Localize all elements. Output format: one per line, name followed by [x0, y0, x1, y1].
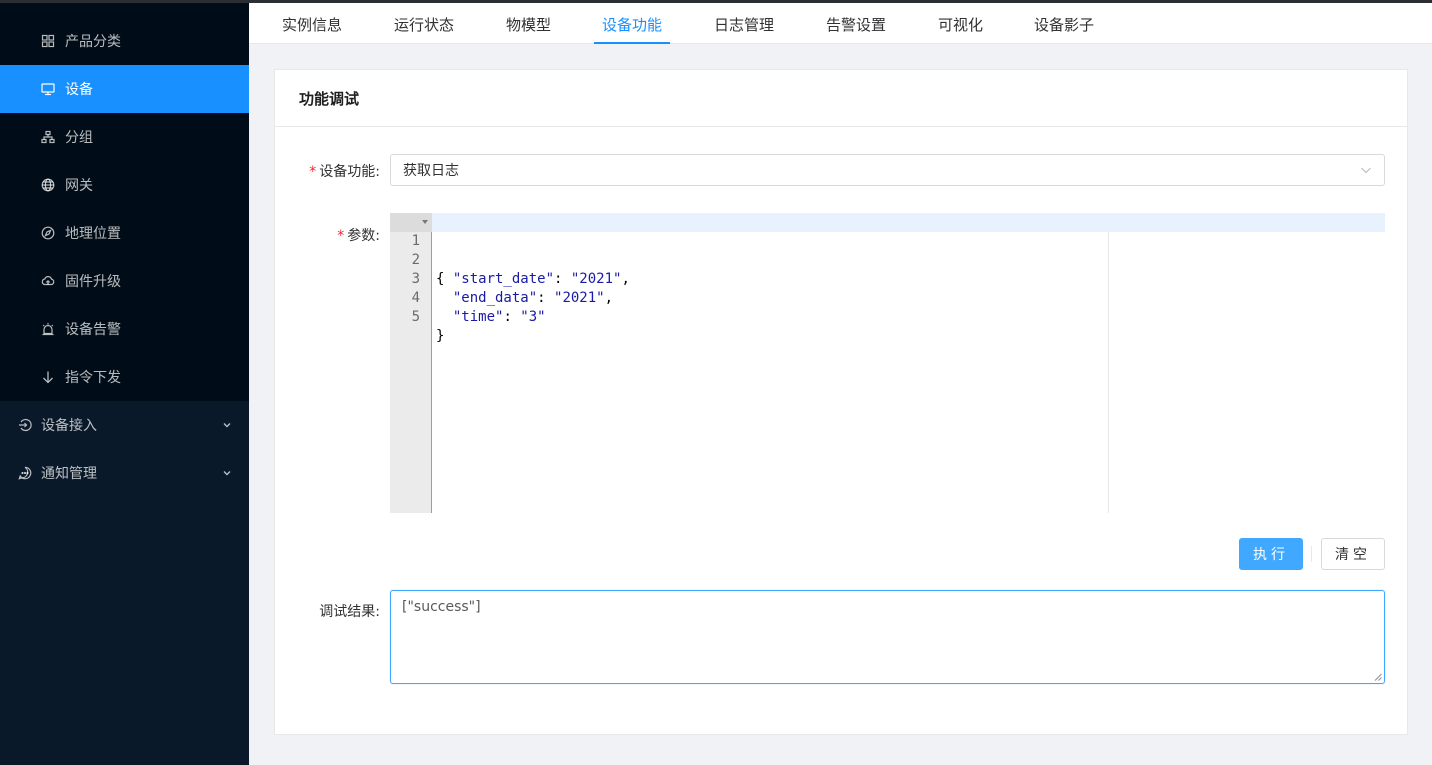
sidebar-item-label: 设备告警	[65, 322, 121, 338]
required-mark: *	[309, 164, 317, 180]
params-label: * 参数:	[337, 228, 380, 244]
tab-log-management[interactable]: 日志管理	[714, 0, 774, 44]
debug-result-textarea[interactable]: ["success"]	[390, 590, 1385, 684]
sidebar-item-label: 网关	[65, 178, 93, 194]
code-line: 2 "start_date": "2021",	[411, 252, 630, 287]
login-icon	[17, 417, 33, 433]
chevron-down-icon	[1360, 164, 1372, 180]
execute-button[interactable]: 执行	[1239, 538, 1303, 570]
chevron-down-icon	[222, 468, 232, 478]
sidebar-item-label: 设备	[65, 82, 93, 98]
sidebar-item-label: 产品分类	[65, 34, 121, 50]
tab-bar: 实例信息 运行状态 物模型 设备功能 日志管理 告警设置 可视化 设备影子	[249, 0, 1432, 44]
message-icon	[17, 465, 33, 481]
button-divider	[1311, 546, 1312, 562]
tab-running-status[interactable]: 运行状态	[394, 0, 454, 44]
resize-handle-icon[interactable]	[1374, 673, 1382, 681]
grid-icon	[40, 33, 56, 49]
cluster-icon	[40, 129, 56, 145]
sidebar-item-label: 指令下发	[65, 370, 121, 386]
tab-device-shadow[interactable]: 设备影子	[1034, 0, 1094, 44]
tab-thing-model[interactable]: 物模型	[506, 0, 551, 44]
sidebar-item-firmware[interactable]: 固件升级	[0, 257, 249, 305]
globe-icon	[40, 177, 56, 193]
sidebar-group-device-access[interactable]: 设备接入	[0, 401, 249, 449]
card-title: 功能调试	[275, 70, 1407, 127]
sidebar-item-location[interactable]: 地理位置	[0, 209, 249, 257]
code-line: 1 {	[390, 213, 1385, 287]
sidebar-item-label: 分组	[65, 130, 93, 146]
alarm-icon	[40, 321, 56, 337]
cloud-upload-icon	[40, 273, 56, 289]
device-sub-menu: 产品分类 设备 分组 网关 地理位置 固件升级 设备告警 指令下发	[0, 0, 249, 401]
sidebar-item-label: 地理位置	[65, 226, 121, 242]
chevron-down-icon	[222, 420, 232, 430]
tab-alarm-settings[interactable]: 告警设置	[826, 0, 886, 44]
result-value: ["success"]	[402, 599, 481, 615]
select-value: 获取日志	[403, 163, 459, 179]
sidebar: 产品分类 设备 分组 网关 地理位置 固件升级 设备告警 指令下发 设备接入 通…	[0, 0, 249, 765]
sidebar-item-device-alarm[interactable]: 设备告警	[0, 305, 249, 353]
sidebar-item-group[interactable]: 分组	[0, 113, 249, 161]
sidebar-item-device[interactable]: 设备	[0, 65, 249, 113]
params-code-editor[interactable]: 1 { 2 "start_date": "2021", 3 "end_data"…	[390, 213, 1385, 513]
code-line: 5 }	[411, 309, 445, 344]
compass-icon	[40, 225, 56, 241]
sidebar-item-gateway[interactable]: 网关	[0, 161, 249, 209]
function-debug-card: 功能调试 * 设备功能: 获取日志 * 参数: 1 { 2 "start_date"…	[274, 69, 1408, 735]
tab-device-function[interactable]: 设备功能	[593, 0, 671, 44]
sidebar-item-command[interactable]: 指令下发	[0, 353, 249, 401]
clear-button[interactable]: 清空	[1321, 538, 1385, 570]
window-top-border	[0, 0, 1432, 3]
code-line: 3 "end_data": "2021",	[411, 271, 614, 306]
sidebar-group-notification[interactable]: 通知管理	[0, 449, 249, 497]
arrow-down-icon	[40, 369, 56, 385]
sidebar-item-product-category[interactable]: 产品分类	[0, 17, 249, 65]
monitor-icon	[40, 81, 56, 97]
code-line: 4 "time": "3"	[411, 290, 546, 325]
required-mark: *	[337, 228, 345, 244]
sidebar-item-label: 固件升级	[65, 274, 121, 290]
device-function-label: * 设备功能:	[309, 164, 380, 180]
sidebar-group-label: 通知管理	[41, 466, 97, 482]
result-label: 调试结果:	[319, 604, 380, 620]
tab-instance-info[interactable]: 实例信息	[282, 0, 342, 44]
device-function-select[interactable]: 获取日志	[390, 154, 1385, 186]
sidebar-group-label: 设备接入	[41, 418, 97, 434]
tab-visualization[interactable]: 可视化	[938, 0, 983, 44]
fold-toggle-icon[interactable]	[422, 220, 428, 224]
